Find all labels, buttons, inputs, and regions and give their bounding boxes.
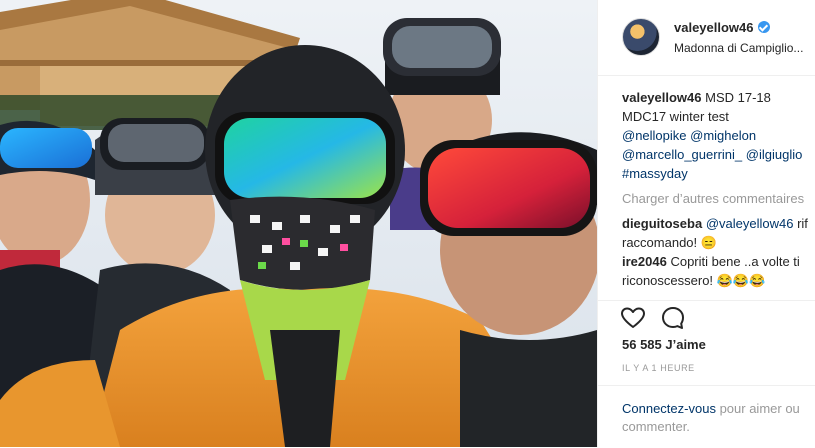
mention-link[interactable]: @nellopike xyxy=(622,128,687,143)
comment-text: rif xyxy=(797,216,808,231)
mention-link[interactable]: @marcello_guerrini_ xyxy=(622,147,742,162)
verified-badge-icon xyxy=(757,21,770,33)
comment-line: ire2046 Copriti bene ..a volte ti xyxy=(622,252,815,271)
caption-line-2: MDC17 winter test xyxy=(622,109,729,124)
post-header: valeyellow46 Madonna di Campiglio... xyxy=(598,0,815,76)
comment-icon[interactable] xyxy=(660,305,686,331)
mention-link[interactable]: @mighelon xyxy=(690,128,756,143)
caption-line-4: @marcello_guerrini_ @ilgiuglio xyxy=(622,145,815,164)
comment-username[interactable]: dieguitoseba xyxy=(622,216,702,231)
caption-username[interactable]: valeyellow46 xyxy=(622,90,702,105)
post-photo[interactable] xyxy=(0,0,597,447)
login-link[interactable]: Connectez-vous xyxy=(622,401,716,416)
caption-line-1: valeyellow46 MSD 17-18 xyxy=(622,88,815,107)
comment-line: dieguitoseba @valeyellow46 rif xyxy=(622,214,815,233)
post-username[interactable]: valeyellow46 xyxy=(674,20,770,35)
comment-text: riconoscessero! 😂😂😂 xyxy=(622,273,766,288)
hashtag-link[interactable]: #massyday xyxy=(622,166,688,181)
caption-line-5: #massyday xyxy=(622,164,815,183)
likes-count[interactable]: 56 585 J’aime xyxy=(622,337,706,352)
post-username-text[interactable]: valeyellow46 xyxy=(674,20,754,35)
post-side-panel: valeyellow46 Madonna di Campiglio... val… xyxy=(597,0,815,447)
login-prompt: Connectez-vous pour aimer ou commenter. xyxy=(598,385,815,448)
comment-username[interactable]: ire2046 xyxy=(622,254,667,269)
comments-section: valeyellow46 MSD 17-18 MDC17 winter test… xyxy=(622,88,815,300)
comment-text: raccomando! 😑 xyxy=(622,235,717,250)
comment-item: ire2046 Copriti bene ..a volte ti ricono… xyxy=(622,252,815,290)
login-text: Connectez-vous pour aimer ou commenter. xyxy=(622,400,815,436)
load-more-comments-button[interactable]: Charger d’autres commentaires xyxy=(622,189,815,208)
heart-icon[interactable] xyxy=(620,305,646,331)
avatar[interactable] xyxy=(622,18,660,56)
login-rest-a: pour aimer ou xyxy=(715,401,800,416)
caption-text-1: MSD 17-18 xyxy=(705,90,771,105)
mention-link[interactable]: @ilgiuglio xyxy=(746,147,803,162)
caption-line-3: @nellopike @mighelon xyxy=(622,126,815,145)
login-rest-b: commenter. xyxy=(622,419,690,434)
action-bar xyxy=(598,300,815,331)
comment-item: dieguitoseba @valeyellow46 rif raccomand… xyxy=(622,214,815,252)
post-timestamp[interactable]: IL Y A 1 HEURE xyxy=(622,363,695,373)
mention-link[interactable]: @valeyellow46 xyxy=(706,216,794,231)
post-location[interactable]: Madonna di Campiglio... xyxy=(674,41,803,55)
comment-text: Copriti bene ..a volte ti xyxy=(670,254,800,269)
